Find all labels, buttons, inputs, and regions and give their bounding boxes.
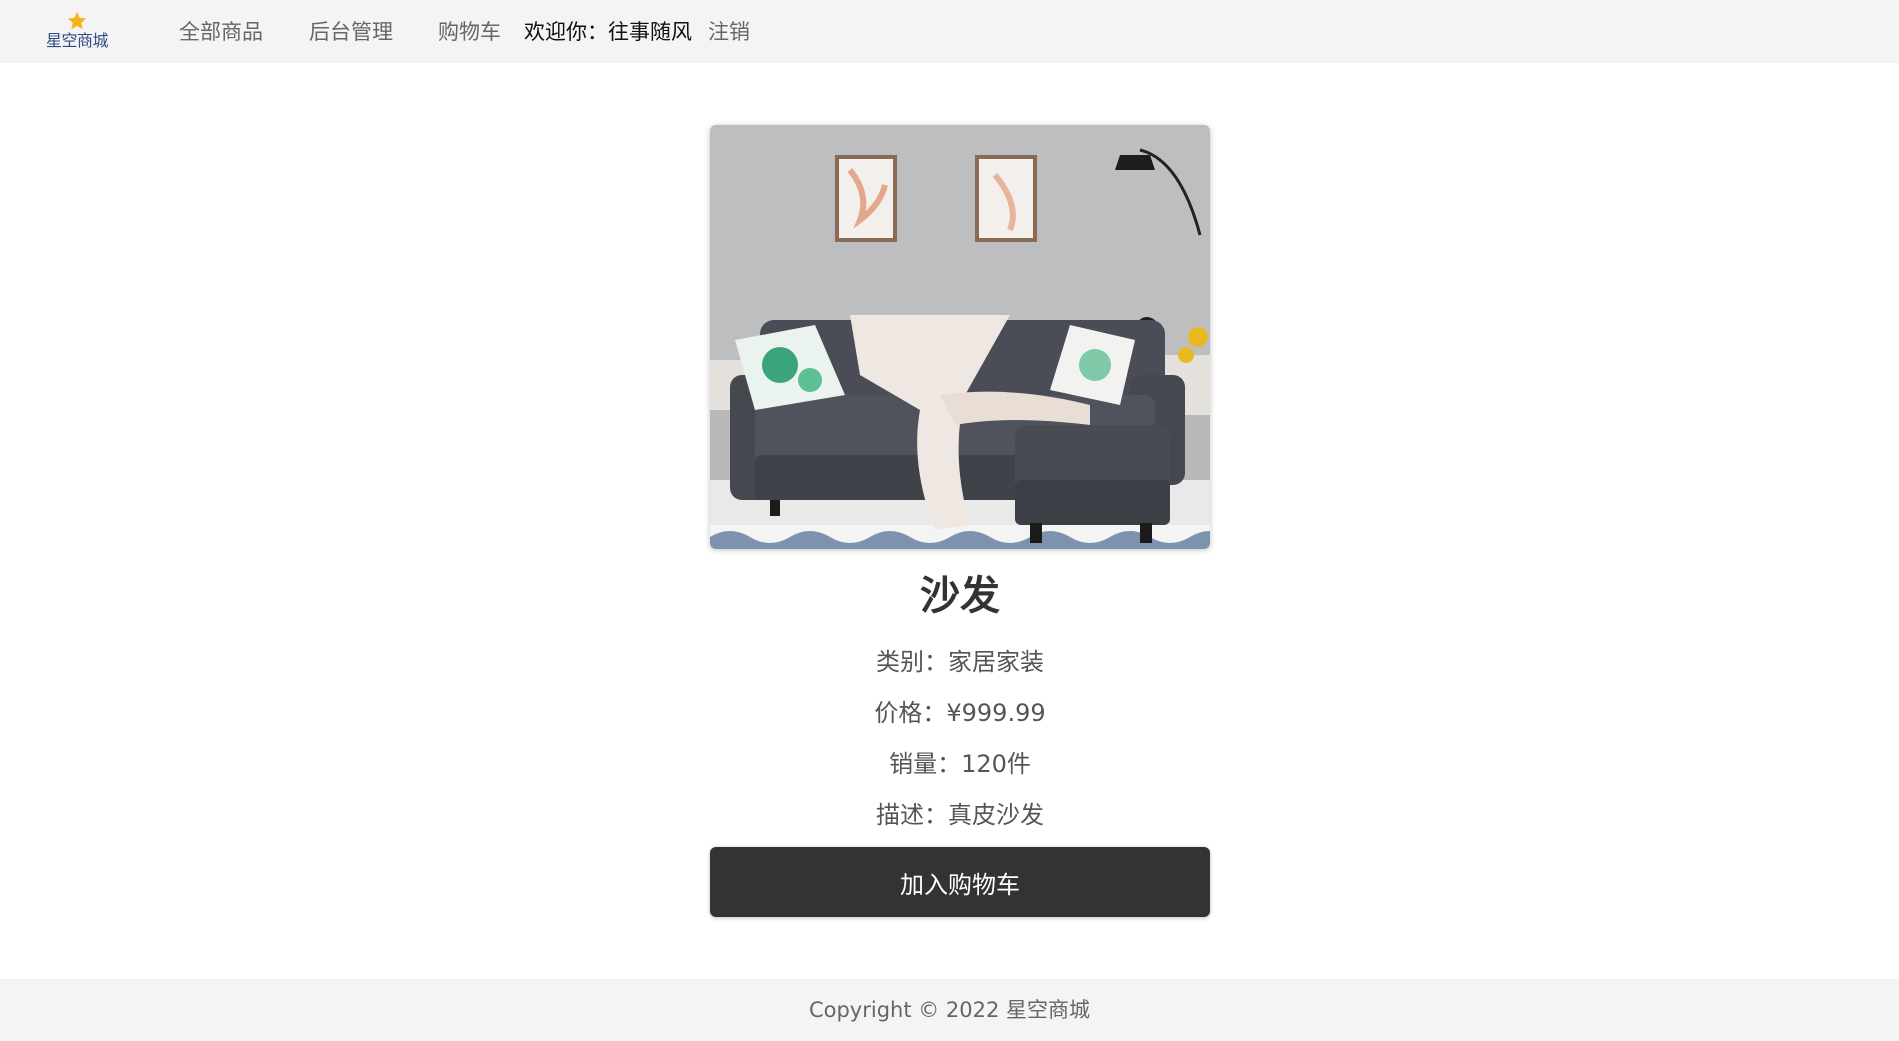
nav-admin-link[interactable]: 后台管理 [309,19,393,45]
nav-cart-link[interactable]: 购物车 [438,19,501,45]
product-image [710,125,1210,549]
product-price: 价格：¥999.99 [874,699,1046,727]
top-navbar: 星空商城 全部商品 后台管理 购物车 欢迎你：往事随风 注销 [0,0,1899,63]
site-logo-text: 星空商城 [45,31,109,50]
product-title: 沙发 [920,573,1000,619]
add-to-cart-button[interactable]: 加入购物车 [710,847,1210,917]
product-sales: 销量：120件 [889,750,1031,778]
footer-copyright: Copyright © 2022 星空商城 [808,998,1091,1022]
site-logo[interactable]: 星空商城 [44,10,110,54]
welcome-user-text: 欢迎你：往事随风 [524,20,692,44]
product-description: 描述：真皮沙发 [876,801,1044,829]
page-footer: Copyright © 2022 星空商城 [0,979,1899,1041]
star-icon [67,11,87,30]
product-detail: 沙发 类别：家居家装 价格：¥999.99 销量：120件 描述：真皮沙发 [710,125,1210,841]
product-category: 类别：家居家装 [876,648,1044,676]
nav-logout-link[interactable]: 注销 [708,19,750,45]
nav-all-products-link[interactable]: 全部商品 [179,19,263,45]
